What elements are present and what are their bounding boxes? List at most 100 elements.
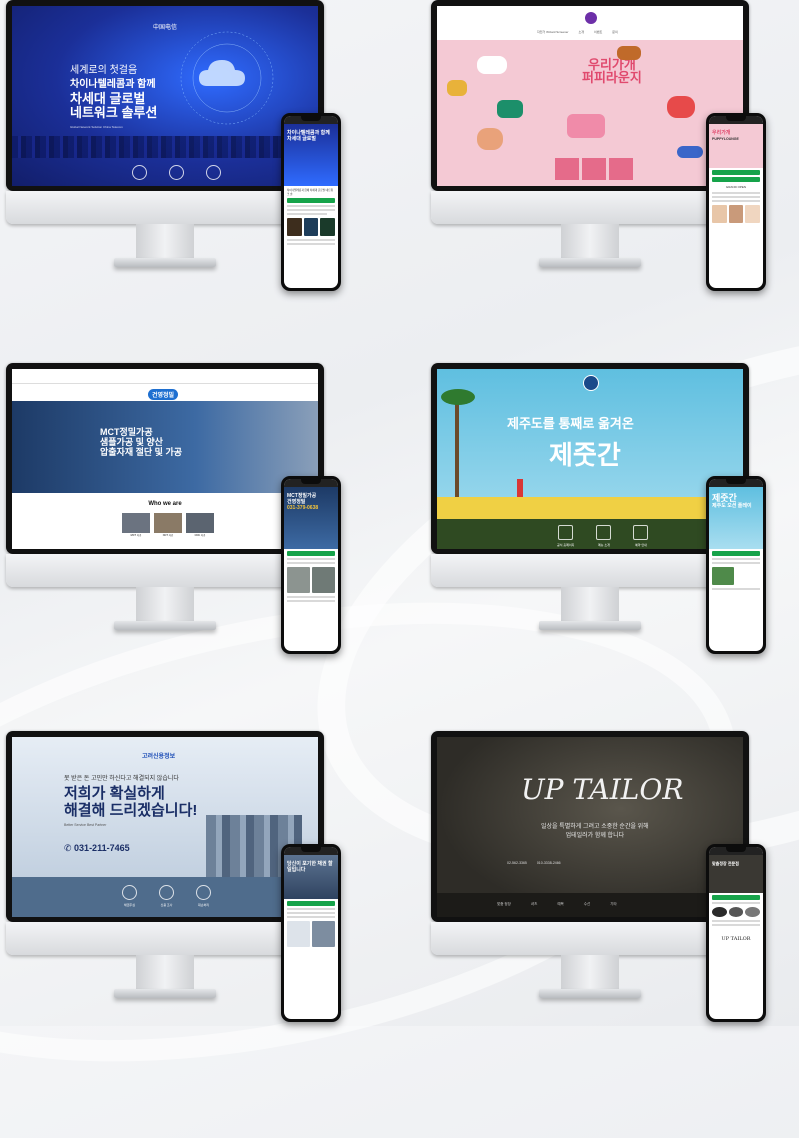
city-skyline	[12, 136, 318, 158]
nav-item[interactable]: 맞춤 정장	[497, 902, 511, 907]
instagram-button[interactable]	[609, 158, 633, 180]
phone-cta-button[interactable]	[712, 551, 760, 556]
phone-thumbnails	[712, 907, 761, 917]
service-icon[interactable]	[206, 165, 221, 180]
nav-item[interactable]: 예복	[557, 902, 563, 907]
nav-item[interactable]: 셔츠	[531, 902, 537, 907]
imac-bezel: 자전거 Wizard Screener 소개 이벤트 문의 우리가개 퍼피라운지	[431, 0, 749, 191]
imac-stand-foot	[114, 989, 216, 998]
imac-stand-foot	[114, 258, 216, 267]
service-card[interactable]: NCT 가공	[154, 513, 182, 537]
divider	[287, 209, 335, 211]
calendar-button[interactable]	[582, 158, 606, 180]
phone-notch	[301, 847, 321, 852]
service-icon[interactable]	[132, 165, 147, 180]
phone-screen: MCT정밀가공 건영정밀 031-379-0638	[284, 479, 338, 651]
phone-headline: 차세대 글로벌	[287, 136, 316, 142]
cloud-network-graphic	[180, 31, 274, 125]
imac-screen: 中国电信 세계로의 첫걸음 차이나텔레콤과 함께 차세대 글로벌 네트워크 솔루…	[12, 6, 318, 186]
brand-logo: 고려신용정보	[142, 754, 176, 760]
palm-leaves	[441, 389, 475, 405]
phone-cta-button[interactable]	[712, 895, 760, 900]
top-bar	[12, 369, 318, 384]
phone-cta-button[interactable]	[287, 901, 335, 906]
nav-item[interactable]: 기타	[610, 902, 616, 907]
phone-headline: 제줏간	[712, 493, 737, 503]
nav-item[interactable]: 문의	[612, 30, 618, 34]
dog-illustration	[667, 96, 695, 118]
phone-mockup-puppy-lounge: 우리가개 PUPPYLOUNGE GRAND OPEN	[706, 113, 766, 291]
phone-title: 차이나텔레콤과 함께 차세대 글로벌 네트워크 솔	[287, 189, 333, 196]
imac-screen: 자전거 Wizard Screener 소개 이벤트 문의 우리가개 퍼피라운지	[437, 6, 743, 186]
hero-headline: 퍼피라운지	[582, 70, 642, 85]
phone-notch	[726, 116, 746, 121]
hero-headline: 압출자재 절단 및 가공	[100, 447, 183, 457]
reservation-icon[interactable]: 예약 안내	[633, 525, 649, 547]
service-card[interactable]: CNC 가공	[186, 513, 214, 537]
phone-cta-button[interactable]	[712, 177, 760, 182]
phone-caption: GRAND OPEN	[725, 185, 747, 189]
debt-collection-icon[interactable]: 채권추심	[122, 885, 137, 907]
phone-logo: UP TAILOR	[721, 936, 751, 942]
phone-mockup-jejugan: 제줏간 제주도 오션 플레이	[706, 476, 766, 654]
phone-headline: 맞춤정장 전문점	[712, 861, 739, 866]
dog-illustration	[477, 128, 503, 150]
divider	[287, 243, 335, 245]
imac-stand-foot	[114, 621, 216, 630]
phone-screen: 우리가개 PUPPYLOUNGE GRAND OPEN	[709, 116, 763, 288]
phone-hero: 제줏간 제주도 오션 플레이	[709, 487, 763, 549]
phone-mockup-china-telecom: 차이나텔레콤과 함께 차세대 글로벌 차이나텔레콤과 함께 차세대 글로벌 네트…	[281, 113, 341, 291]
bad-debt-icon[interactable]: 대손처리	[196, 885, 211, 907]
imac-stand-neck	[561, 587, 619, 623]
hero-headline-line2: 차이나텔레콤과 함께	[70, 79, 156, 90]
location-button[interactable]	[555, 158, 579, 180]
divider	[287, 916, 335, 918]
hero-headline-line4: 네트워크 솔루션	[70, 105, 158, 120]
imac-bezel: 中国电信 세계로의 첫걸음 차이나텔레콤과 함께 차세대 글로벌 네트워크 솔루…	[6, 0, 324, 191]
hero-headline: 샘플가공 및 양산	[100, 437, 163, 447]
logo-icon	[585, 12, 597, 24]
menu-icon[interactable]: 메뉴 소개	[596, 525, 612, 547]
phone-number: 02-562-3365	[507, 861, 527, 865]
phone-cta-button[interactable]	[712, 170, 760, 175]
service-icon[interactable]	[169, 165, 184, 180]
imac-chin	[6, 554, 324, 587]
divider	[712, 588, 760, 590]
hero-subline: 못 받은 돈 고민만 하신다고 해결되지 않습니다	[64, 776, 179, 782]
credit-check-icon[interactable]: 신용 조사	[159, 885, 174, 907]
phone-hero: MCT정밀가공 건영정밀 031-379-0638	[284, 487, 338, 549]
phone-cta-button[interactable]	[287, 551, 335, 556]
imac-chin	[6, 922, 324, 955]
service-card[interactable]: MCT 가공	[122, 513, 150, 537]
nav-item[interactable]: 수선	[584, 902, 590, 907]
phone-mockup-korea-credit: 당신이 포기한 채권 할 일입니다	[281, 844, 341, 1022]
phone-screen: 당신이 포기한 채권 할 일입니다	[284, 847, 338, 1019]
imac-mockup-korea-credit: 고려신용정보 못 받은 돈 고민만 하신다고 해결되지 않습니다 저희가 확실하…	[6, 731, 324, 1003]
phone-mockup-kunyoung: MCT정밀가공 건영정밀 031-379-0638	[281, 476, 341, 654]
divider	[287, 558, 335, 560]
hero-headline: MCT정밀가공	[100, 427, 153, 437]
imac-stand-neck	[136, 224, 194, 260]
phone-thumbnails	[287, 567, 335, 593]
phone-headline: 당신이 포기한 채권 할 일입니다	[287, 861, 333, 873]
divider	[712, 196, 760, 198]
phone-title: PUPPYLOUNGE	[712, 137, 739, 141]
imac-mockup-jejugan: 제주도를 통째로 옮겨온 제줏간 공식 홈페이지 메뉴 소개 예약 안내	[431, 363, 749, 635]
field	[437, 497, 743, 519]
divider	[287, 908, 335, 910]
monitor-icon[interactable]: 공식 홈페이지	[557, 525, 574, 547]
hero-headline-line1: 세계로의 첫걸음	[70, 65, 138, 76]
nav-item[interactable]: 소개	[578, 30, 584, 34]
phone-cta-button[interactable]	[287, 198, 335, 203]
imac-screen: 제주도를 통째로 옮겨온 제줏간 공식 홈페이지 메뉴 소개 예약 안내	[437, 369, 743, 549]
phone-notch	[301, 116, 321, 121]
nav-item[interactable]: 이벤트	[594, 30, 602, 34]
nav-item[interactable]: 자전거 Wizard Screener	[537, 30, 568, 34]
imac-mockup-kunyoung: 건영정밀 MCT정밀가공 샘플가공 및 양산 압출자재 절단 및 가공 Who …	[6, 363, 324, 635]
section-title: Who we are	[148, 501, 182, 507]
imac-stand-neck	[136, 587, 194, 623]
imac-chin	[431, 554, 749, 587]
palm-tree	[455, 397, 459, 497]
divider	[287, 912, 335, 914]
hero-headline-big: 제줏간	[549, 440, 621, 470]
